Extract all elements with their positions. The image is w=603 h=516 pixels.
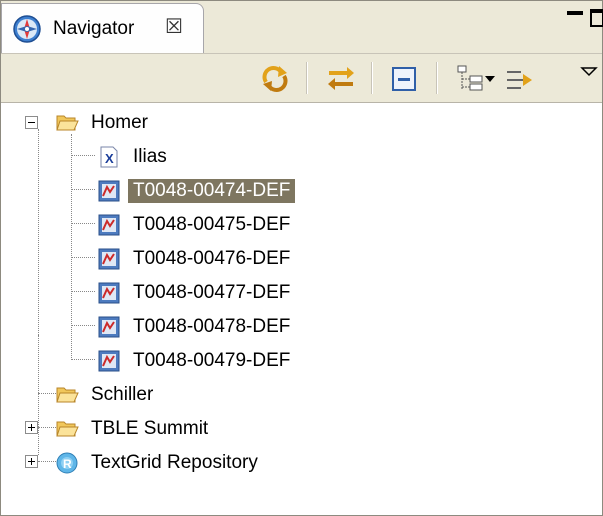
image-file-icon	[98, 248, 120, 270]
svg-text:R: R	[63, 457, 72, 471]
dropdown-arrow-icon[interactable]	[482, 60, 498, 96]
tree-item-label: T0048-00479-DEF	[133, 350, 291, 371]
compass-icon	[13, 15, 41, 43]
tree-item-homer[interactable]: Homer	[55, 108, 153, 138]
xml-file-icon: X	[100, 146, 118, 168]
close-icon[interactable]: ☒	[164, 15, 184, 39]
tree-item-textgrid-repository[interactable]: R TextGrid Repository	[55, 448, 263, 478]
open-folder-icon	[56, 387, 79, 403]
image-file-icon	[98, 350, 120, 372]
navigator-view: Navigator ☒ Homer X Ilias T0048-00474-DE…	[0, 0, 603, 516]
tree-connector	[71, 257, 95, 258]
expand-toggle-textgrid-repository[interactable]	[25, 455, 38, 468]
tree-connector	[71, 155, 95, 156]
tree-item-ilias[interactable]: X Ilias	[97, 142, 172, 172]
navigator-tab[interactable]: Navigator ☒	[1, 3, 204, 53]
toolbar-separator	[436, 62, 438, 94]
image-file-icon	[98, 282, 120, 304]
tree-item-t0048-00476[interactable]: T0048-00476-DEF	[97, 244, 295, 274]
navigator-tab-title: Navigator	[53, 18, 135, 39]
link-with-editor-icon[interactable]	[323, 60, 359, 96]
repository-icon: R	[56, 452, 78, 474]
tree-item-label: TextGrid Repository	[91, 452, 258, 473]
tree-connector	[38, 335, 39, 455]
tree-item-t0048-00475[interactable]: T0048-00475-DEF	[97, 210, 295, 240]
toolbar-separator	[371, 62, 373, 94]
filter-icon[interactable]	[501, 60, 537, 96]
tree-item-label: TBLE Summit	[91, 418, 209, 439]
tree-item-t0048-00477[interactable]: T0048-00477-DEF	[97, 278, 295, 308]
tree-item-label: T0048-00478-DEF	[133, 316, 291, 337]
view-menu-icon[interactable]	[579, 60, 599, 96]
tree-connector	[71, 325, 95, 326]
navigator-tree: Homer X Ilias T0048-00474-DEF T0048-0047…	[1, 103, 602, 515]
collapse-toggle-homer[interactable]	[25, 116, 38, 129]
toolbar-separator	[306, 62, 308, 94]
svg-text:X: X	[105, 151, 114, 166]
collapse-all-icon[interactable]	[386, 60, 422, 96]
tree-item-label: Homer	[91, 112, 149, 133]
tree-item-label: T0048-00475-DEF	[133, 214, 291, 235]
view-toolbar	[1, 54, 602, 103]
expand-toggle-tble-summit[interactable]	[25, 421, 38, 434]
image-file-icon	[98, 316, 120, 338]
tree-connector	[38, 129, 39, 335]
image-file-icon	[98, 214, 120, 236]
tree-connector	[71, 189, 95, 190]
tree-item-t0048-00479[interactable]: T0048-00479-DEF	[97, 346, 295, 376]
tree-connector	[71, 359, 95, 360]
open-folder-icon	[56, 421, 79, 437]
minimize-icon[interactable]	[567, 11, 583, 15]
tree-item-label: T0048-00476-DEF	[133, 248, 291, 269]
tree-connector	[71, 223, 95, 224]
tree-item-label: Schiller	[91, 384, 154, 405]
tree-item-label: Ilias	[133, 146, 167, 167]
maximize-icon[interactable]	[590, 9, 603, 27]
tree-connector	[71, 134, 72, 360]
tree-item-t0048-00478[interactable]: T0048-00478-DEF	[97, 312, 295, 342]
tree-connector	[71, 291, 95, 292]
open-folder-icon	[56, 115, 79, 131]
sync-icon[interactable]	[257, 60, 293, 96]
view-tab-bar: Navigator ☒	[1, 1, 603, 54]
tree-item-label: T0048-00474-DEF	[128, 179, 296, 203]
tree-item-label: T0048-00477-DEF	[133, 282, 291, 303]
tree-item-t0048-00474[interactable]: T0048-00474-DEF	[97, 176, 296, 206]
tree-item-tble-summit[interactable]: TBLE Summit	[55, 414, 213, 444]
image-file-icon	[98, 180, 120, 202]
tree-item-schiller[interactable]: Schiller	[55, 380, 158, 410]
